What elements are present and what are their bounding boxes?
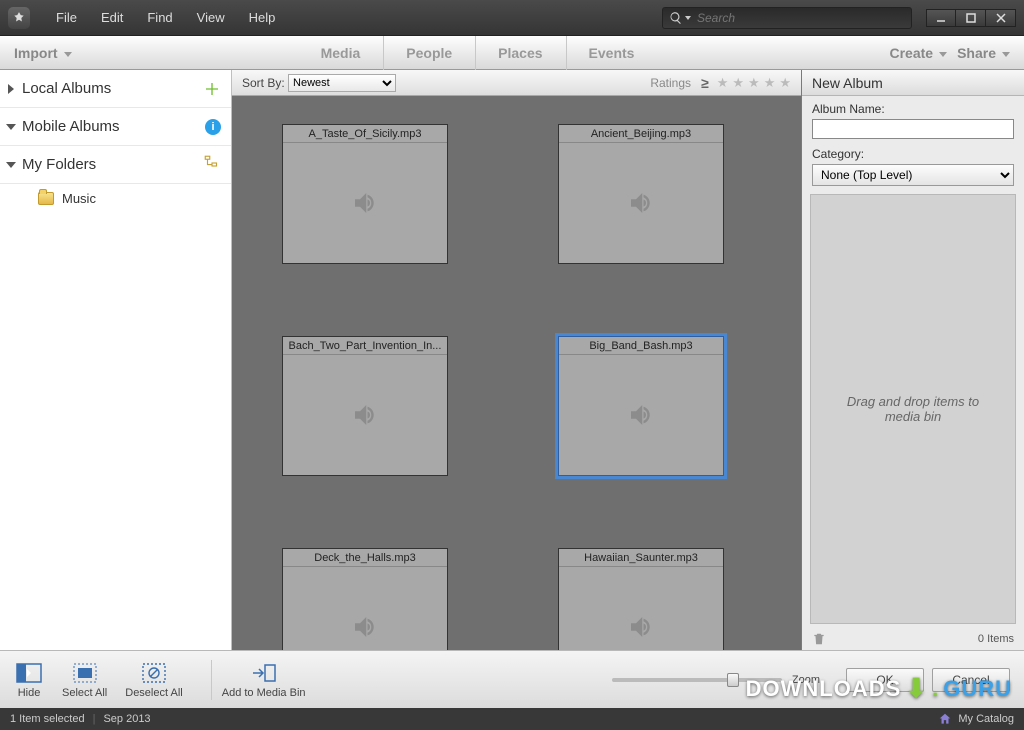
sort-by-select[interactable]: Newest: [288, 74, 396, 92]
bottom-toolbar: Hide Select All Deselect All Add to Medi…: [0, 650, 1024, 708]
left-sidebar: Local Albums Mobile Albums i My Folders …: [0, 70, 232, 650]
app-icon: [8, 7, 30, 29]
rating-star-5[interactable]: ★: [779, 75, 791, 91]
zoom-slider-knob[interactable]: [727, 673, 739, 687]
category-label: Category:: [812, 147, 1014, 161]
disclosure-triangle-icon: [8, 84, 14, 94]
rating-star-2[interactable]: ★: [732, 75, 744, 91]
cancel-button[interactable]: Cancel: [932, 668, 1010, 692]
audio-icon: [283, 567, 447, 650]
media-grid-panel: Sort By: Newest Ratings ≥ ★ ★ ★ ★ ★ A_Ta…: [232, 70, 802, 650]
add-to-media-bin-button[interactable]: Add to Media Bin: [222, 661, 306, 699]
status-bar: 1 Item selected | Sep 2013 My Catalog: [0, 708, 1024, 730]
menu-view[interactable]: View: [185, 10, 237, 25]
maximize-button[interactable]: [956, 9, 986, 27]
deselect-all-button[interactable]: Deselect All: [125, 661, 182, 699]
menu-find[interactable]: Find: [135, 10, 184, 25]
select-all-button[interactable]: Select All: [62, 661, 107, 699]
audio-icon: [283, 355, 447, 475]
thumbnail-filename: Ancient_Beijing.mp3: [559, 125, 723, 143]
thumbnail-filename: Deck_the_Halls.mp3: [283, 549, 447, 567]
search-icon: [669, 11, 683, 25]
ok-button[interactable]: OK: [846, 668, 924, 692]
add-album-icon[interactable]: [203, 80, 221, 98]
rating-star-4[interactable]: ★: [764, 75, 776, 91]
thumbnail-filename: Bach_Two_Part_Invention_In...: [283, 337, 447, 355]
status-date: Sep 2013: [103, 713, 150, 725]
menu-bar: File Edit Find View Help: [0, 0, 1024, 36]
media-thumbnail[interactable]: Hawaiian_Saunter.mp3: [558, 548, 724, 650]
items-count: 0 Items: [978, 633, 1014, 645]
right-panel: New Album Album Name: Category: None (To…: [802, 70, 1024, 650]
import-button[interactable]: Import: [14, 45, 72, 61]
share-button[interactable]: Share: [957, 45, 1010, 61]
hide-icon: [14, 661, 44, 685]
tab-people[interactable]: People: [383, 36, 475, 70]
audio-icon: [559, 567, 723, 650]
menu-edit[interactable]: Edit: [89, 10, 135, 25]
category-select[interactable]: None (Top Level): [812, 164, 1014, 186]
thumbnail-filename: Hawaiian_Saunter.mp3: [559, 549, 723, 567]
sidebar-item-label: Mobile Albums: [22, 118, 205, 135]
zoom-label: Zoom: [792, 674, 820, 686]
tab-media[interactable]: Media: [298, 36, 384, 70]
info-icon[interactable]: i: [205, 119, 221, 135]
sidebar-mobile-albums[interactable]: Mobile Albums i: [0, 108, 231, 146]
minimize-button[interactable]: [926, 9, 956, 27]
status-selection: 1 Item selected: [10, 713, 85, 725]
home-icon[interactable]: [938, 712, 952, 726]
disclosure-triangle-icon: [6, 162, 16, 168]
ratings-ge-icon[interactable]: ≥: [701, 75, 709, 91]
close-button[interactable]: [986, 9, 1016, 27]
ratings-label: Ratings: [650, 76, 691, 90]
sidebar-my-folders[interactable]: My Folders: [0, 146, 231, 184]
deselect-all-icon: [139, 661, 169, 685]
thumbnail-grid[interactable]: A_Taste_Of_Sicily.mp3 Ancient_Beijing.mp3…: [232, 96, 801, 650]
menu-file[interactable]: File: [44, 10, 89, 25]
tab-bar: Import Media People Places Events Create…: [0, 36, 1024, 70]
search-input[interactable]: [697, 11, 905, 25]
select-all-icon: [70, 661, 100, 685]
media-thumbnail[interactable]: Bach_Two_Part_Invention_In...: [282, 336, 448, 476]
disclosure-triangle-icon: [6, 124, 16, 130]
sort-by-label: Sort By:: [242, 76, 285, 90]
audio-icon: [283, 143, 447, 263]
sidebar-item-label: Music: [62, 191, 96, 206]
trash-icon[interactable]: [812, 632, 826, 646]
rating-star-3[interactable]: ★: [748, 75, 760, 91]
folder-icon: [38, 192, 54, 205]
zoom-control: Zoom: [612, 674, 820, 686]
search-box[interactable]: [662, 7, 912, 29]
hide-panel-button[interactable]: Hide: [14, 661, 44, 699]
media-bin-dropzone[interactable]: Drag and drop items to media bin: [810, 194, 1016, 624]
search-scope-caret[interactable]: [685, 16, 691, 20]
tab-events[interactable]: Events: [566, 36, 658, 70]
media-thumbnail[interactable]: A_Taste_Of_Sicily.mp3: [282, 124, 448, 264]
create-button[interactable]: Create: [889, 45, 947, 61]
add-to-bin-icon: [249, 661, 279, 685]
media-thumbnail[interactable]: Ancient_Beijing.mp3: [558, 124, 724, 264]
sidebar-item-label: My Folders: [22, 156, 203, 173]
rating-star-1[interactable]: ★: [717, 75, 729, 91]
media-thumbnail[interactable]: Big_Band_Bash.mp3: [558, 336, 724, 476]
audio-icon: [559, 143, 723, 263]
thumbnail-filename: A_Taste_Of_Sicily.mp3: [283, 125, 447, 143]
folder-tree-icon[interactable]: [203, 154, 221, 175]
thumbnail-filename: Big_Band_Bash.mp3: [559, 337, 723, 355]
panel-title: New Album: [802, 70, 1024, 96]
album-name-label: Album Name:: [812, 102, 1014, 116]
sidebar-item-label: Local Albums: [22, 80, 203, 97]
audio-icon: [559, 355, 723, 475]
menu-help[interactable]: Help: [237, 10, 288, 25]
media-bin-hint: Drag and drop items to media bin: [831, 394, 995, 424]
tab-places[interactable]: Places: [475, 36, 565, 70]
album-name-input[interactable]: [812, 119, 1014, 139]
sidebar-local-albums[interactable]: Local Albums: [0, 70, 231, 108]
window-controls: [926, 9, 1016, 27]
grid-toolbar: Sort By: Newest Ratings ≥ ★ ★ ★ ★ ★: [232, 70, 801, 96]
zoom-slider[interactable]: [612, 678, 782, 682]
status-catalog: My Catalog: [958, 713, 1014, 725]
media-thumbnail[interactable]: Deck_the_Halls.mp3: [282, 548, 448, 650]
sidebar-folder-music[interactable]: Music: [0, 184, 231, 212]
